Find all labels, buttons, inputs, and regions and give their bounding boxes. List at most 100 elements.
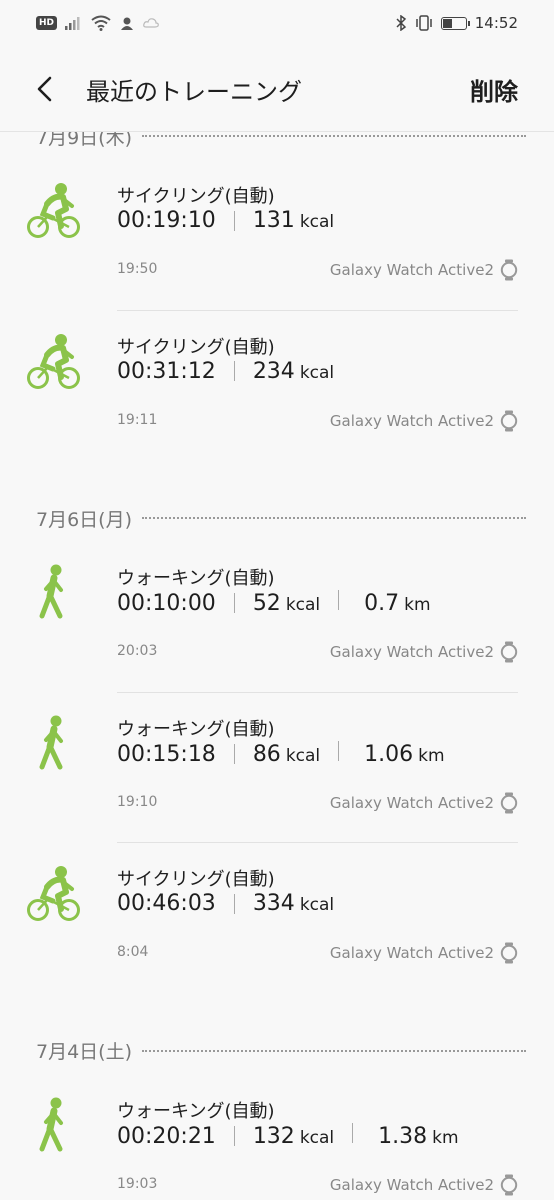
calories-unit: kcal xyxy=(299,362,335,383)
workout-calories: 131 xyxy=(252,208,295,233)
training-list[interactable]: 7月9日(木) サイクリング(自動) 00:19:10 131 kcal 19:5… xyxy=(0,132,554,1200)
device-name: Galaxy Watch Active2 xyxy=(329,261,494,279)
workout-start-time: 19:50 xyxy=(117,261,158,277)
workout-duration: 00:19:10 xyxy=(117,208,216,233)
entry-list: サイクリング(自動) 00:19:10 131 kcal 19:50 Galaxy… xyxy=(0,160,554,461)
workout-device: Galaxy Watch Active2 xyxy=(330,792,518,814)
workout-name: ウォーキング(自動) xyxy=(117,568,275,589)
workout-device: Galaxy Watch Active2 xyxy=(330,641,518,663)
calories-unit: kcal xyxy=(299,1127,335,1148)
watch-icon xyxy=(500,410,518,431)
page-title: 最近のトレーニング xyxy=(86,77,302,106)
workout-calories: 132 xyxy=(252,1123,295,1149)
calories-unit: kcal xyxy=(285,745,321,766)
stat-separator xyxy=(233,593,235,613)
workout-calories: 52 xyxy=(252,591,281,616)
walking-icon xyxy=(26,715,80,773)
delete-button[interactable]: 削除 xyxy=(470,72,518,107)
status-bar-left: HD xyxy=(36,15,159,31)
date-dotted-divider xyxy=(142,1049,526,1052)
wifi-icon xyxy=(91,15,111,31)
signal-icon xyxy=(65,17,80,30)
workout-calories: 86 xyxy=(252,741,281,767)
device-name: Galaxy Watch Active2 xyxy=(329,793,494,812)
entry-list: ウォーキング(自動) 00:10:00 52 kcal 0.7 km 20:03 G… xyxy=(0,542,554,994)
workout-entry[interactable]: ウォーキング(自動) 00:15:18 86 kcal 1.06 km 19:10 … xyxy=(0,693,554,843)
workout-device: Galaxy Watch Active2 xyxy=(330,1174,518,1196)
workout-entry[interactable]: ウォーキング(自動) 00:10:00 52 kcal 0.7 km 20:03 G… xyxy=(0,542,554,693)
date-label: 7月9日(木) xyxy=(36,132,133,149)
workout-name: サイクリング(自動) xyxy=(117,186,275,207)
vibrate-icon xyxy=(416,15,432,31)
walking-icon xyxy=(26,1097,80,1155)
stat-separator xyxy=(338,740,340,761)
watch-icon xyxy=(500,641,518,663)
workout-entry[interactable]: サイクリング(自動) 00:31:12 234 kcal 19:11 Galaxy… xyxy=(0,311,554,462)
watch-icon xyxy=(500,792,518,813)
device-name: Galaxy Watch Active2 xyxy=(329,411,494,430)
workout-duration: 00:46:03 xyxy=(117,891,216,916)
date-label: 7月4日(土) xyxy=(36,1041,133,1063)
app-header: 最近のトレーニング 削除 xyxy=(0,46,554,132)
workout-duration: 00:10:00 xyxy=(117,591,216,616)
cycling-icon xyxy=(26,865,80,923)
workout-stats: 00:10:00 52 kcal 0.7 km xyxy=(117,590,431,616)
date-header: 7月9日(木) xyxy=(0,132,554,160)
workout-duration: 00:31:12 xyxy=(117,358,216,384)
device-name: Galaxy Watch Active2 xyxy=(329,643,494,661)
date-group: 7月4日(土) ウォーキング(自動) 00:20:21 132 kcal 1.38… xyxy=(0,1027,554,1200)
notification-app-icon xyxy=(121,17,134,30)
date-header: 7月6日(月) xyxy=(0,494,554,542)
stat-separator xyxy=(233,893,235,914)
workout-distance: 1.06 xyxy=(364,741,414,767)
back-button[interactable] xyxy=(36,69,66,109)
date-label: 7月6日(月) xyxy=(36,508,133,531)
watch-icon xyxy=(500,942,518,964)
status-bar: HD 14:52 xyxy=(0,0,554,46)
calories-unit: kcal xyxy=(299,212,335,232)
workout-device: Galaxy Watch Active2 xyxy=(330,410,518,432)
workout-name: ウォーキング(自動) xyxy=(117,1100,275,1122)
workout-duration: 00:20:21 xyxy=(117,1123,216,1149)
workout-calories: 334 xyxy=(252,891,295,916)
distance-unit: km xyxy=(404,595,431,615)
workout-stats: 00:46:03 334 kcal xyxy=(117,891,334,916)
workout-stats: 00:31:12 234 kcal xyxy=(117,359,334,384)
stat-separator xyxy=(338,590,340,610)
workout-stats: 00:15:18 86 kcal 1.06 km xyxy=(117,740,445,767)
bluetooth-icon xyxy=(396,15,406,31)
workout-start-time: 20:03 xyxy=(117,643,158,659)
training-list-content: 7月9日(木) サイクリング(自動) 00:19:10 131 kcal 19:5… xyxy=(0,132,554,1200)
workout-stats: 00:19:10 131 kcal xyxy=(117,208,334,233)
workout-entry[interactable]: サイクリング(自動) 00:46:03 334 kcal 8:04 Galaxy … xyxy=(0,843,554,994)
chevron-left-icon xyxy=(37,76,52,102)
workout-entry[interactable]: ウォーキング(自動) 00:20:21 132 kcal 1.38 km 19:03… xyxy=(0,1075,554,1200)
cloud-icon xyxy=(143,18,159,28)
date-group: 7月9日(木) サイクリング(自動) 00:19:10 131 kcal 19:5… xyxy=(0,132,554,461)
hd-badge: HD xyxy=(36,16,58,30)
distance-unit: km xyxy=(432,1127,459,1148)
device-name: Galaxy Watch Active2 xyxy=(329,944,494,962)
cycling-icon xyxy=(26,182,80,240)
distance-unit: km xyxy=(418,745,445,766)
workout-start-time: 19:03 xyxy=(117,1175,158,1192)
workout-device: Galaxy Watch Active2 xyxy=(330,259,518,281)
workout-start-time: 19:10 xyxy=(117,793,158,810)
workout-stats: 00:20:21 132 kcal 1.38 km xyxy=(117,1122,459,1149)
stat-separator xyxy=(233,743,235,764)
status-bar-right: 14:52 xyxy=(395,14,518,32)
date-header: 7月4日(土) xyxy=(0,1027,554,1075)
watch-icon xyxy=(500,1174,518,1195)
battery-icon xyxy=(440,16,470,30)
workout-start-time: 19:11 xyxy=(117,411,158,428)
workout-entry[interactable]: サイクリング(自動) 00:19:10 131 kcal 19:50 Galaxy… xyxy=(0,160,554,311)
calories-unit: kcal xyxy=(285,595,321,615)
workout-device: Galaxy Watch Active2 xyxy=(330,942,518,964)
workout-duration: 00:15:18 xyxy=(117,741,216,767)
walking-icon xyxy=(26,564,80,622)
date-dotted-divider xyxy=(142,135,526,137)
stat-separator xyxy=(233,361,235,381)
stat-separator xyxy=(233,1125,235,1146)
workout-distance: 1.38 xyxy=(378,1123,428,1149)
